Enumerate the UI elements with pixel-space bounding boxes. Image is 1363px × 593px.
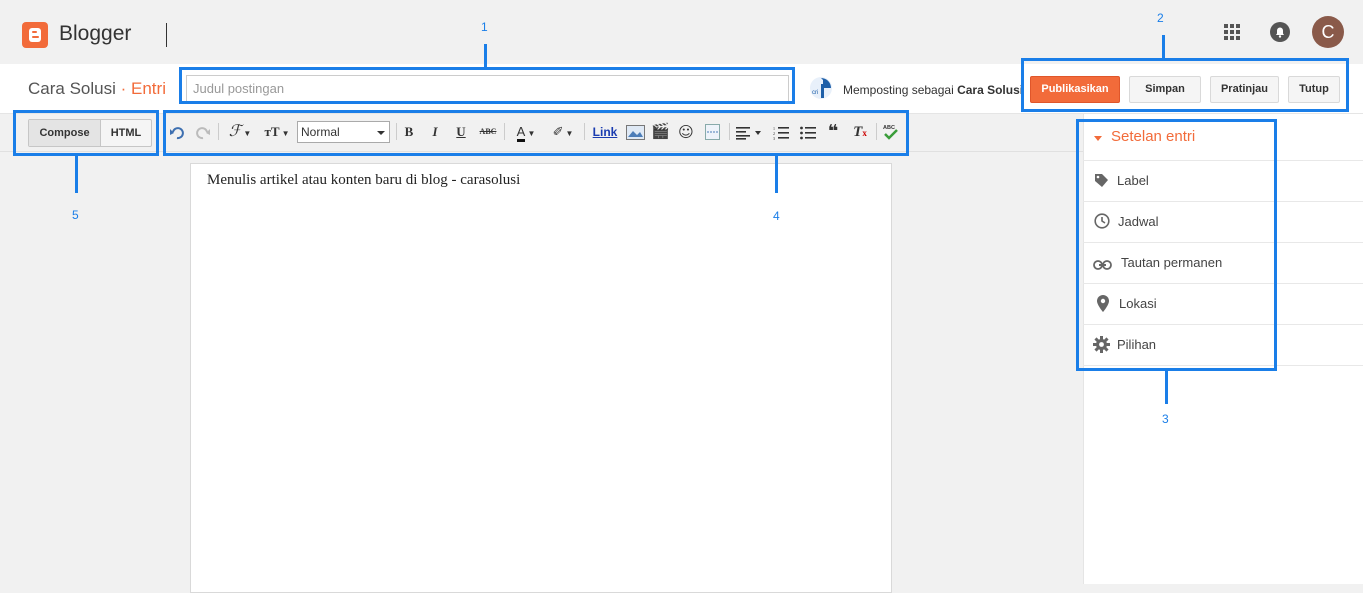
- notifications-bell-icon[interactable]: [1269, 21, 1291, 43]
- annotation-number-3: 3: [1162, 412, 1169, 426]
- posting-as-name: Cara Solusi: [957, 83, 1024, 97]
- annotation-box-3: [1076, 119, 1277, 371]
- annotation-number-1: 1: [481, 20, 488, 34]
- settings-panel-divider: [1083, 365, 1363, 406]
- breadcrumb-section: Entri: [131, 79, 166, 98]
- annotation-number-5: 5: [72, 208, 79, 222]
- svg-text:cri: cri: [812, 90, 818, 96]
- blogger-logo-icon[interactable]: [22, 22, 48, 48]
- top-bar: [0, 0, 1363, 64]
- apps-grid-icon[interactable]: [1222, 22, 1242, 42]
- account-avatar[interactable]: C: [1312, 16, 1344, 48]
- blog-name[interactable]: Cara Solusi: [28, 79, 116, 98]
- posting-as-prefix: Memposting sebagai: [843, 83, 954, 97]
- annotation-arrow-2: [1162, 35, 1165, 58]
- annotation-number-4: 4: [773, 209, 780, 223]
- annotation-arrow-1: [484, 44, 487, 67]
- post-body-text[interactable]: Menulis artikel atau konten baru di blog…: [207, 172, 520, 189]
- annotation-box-1: [179, 67, 795, 104]
- annotation-box-4: [163, 110, 909, 156]
- annotation-box-5: [13, 110, 159, 156]
- breadcrumb-separator: ·: [120, 79, 127, 98]
- brand-divider: [166, 23, 167, 47]
- annotation-box-2: [1021, 58, 1349, 112]
- poster-avatar-icon: cri: [809, 76, 833, 100]
- post-body-editor[interactable]: [190, 163, 892, 593]
- annotation-arrow-4: [775, 156, 778, 193]
- annotation-arrow-3: [1165, 371, 1168, 404]
- annotation-arrow-5: [75, 156, 78, 193]
- annotation-number-2: 2: [1157, 11, 1164, 25]
- brand-name[interactable]: Blogger: [59, 22, 131, 46]
- posting-as-info: Memposting sebagai Cara Solusi: [843, 83, 1023, 97]
- breadcrumb: Cara Solusi · Entri: [28, 79, 166, 99]
